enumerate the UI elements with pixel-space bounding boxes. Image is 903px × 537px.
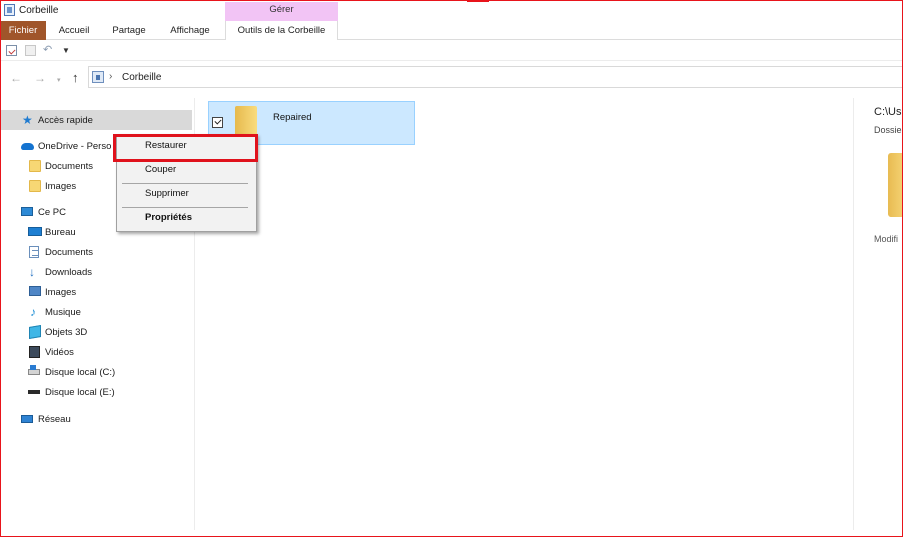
details-pane: C:\Us Dossie Modifi	[853, 98, 903, 530]
context-menu-properties[interactable]: Propriétés	[117, 207, 256, 229]
nav-item-label: Réseau	[38, 414, 71, 425]
nav-item-label: Downloads	[45, 267, 92, 278]
nav-item-drive-c[interactable]: Disque local (C:)	[0, 362, 192, 382]
desktop-icon	[28, 227, 42, 236]
tab-recycle-bin-tools[interactable]: Outils de la Corbeille	[225, 21, 338, 40]
drive-icon	[28, 365, 40, 375]
breadcrumb[interactable]: Corbeille	[122, 72, 161, 83]
images-icon	[29, 286, 41, 296]
nav-item-label: Ce PC	[38, 207, 66, 218]
nav-item-quick-access[interactable]: ★ Accès rapide	[0, 110, 192, 130]
music-icon: ♪	[30, 305, 36, 319]
navigation-bar: ← → ▾ ↑ › Corbeille	[0, 62, 903, 94]
nav-item-music[interactable]: ♪ Musique	[0, 302, 192, 322]
tab-home[interactable]: Accueil	[52, 21, 96, 40]
recycle-bin-icon	[92, 71, 104, 83]
tab-share[interactable]: Partage	[106, 21, 152, 40]
quick-access-toolbar: ↶ ▼	[0, 41, 903, 61]
folder-icon	[888, 153, 903, 217]
star-icon: ★	[22, 113, 33, 127]
context-menu-cut[interactable]: Couper	[117, 159, 256, 181]
nav-item-drive-e[interactable]: Disque local (E:)	[0, 382, 192, 402]
nav-item-network[interactable]: Réseau	[0, 409, 192, 429]
undo-icon[interactable]: ↶	[43, 45, 54, 56]
title-bar: Corbeille	[0, 0, 903, 21]
drive-icon	[28, 390, 40, 394]
item-name: Repaired	[273, 112, 312, 123]
new-folder-icon[interactable]	[25, 45, 36, 56]
manage-tab-group-label: Gérer	[225, 2, 338, 21]
documents-icon	[29, 246, 39, 258]
ribbon-tabs: Fichier Accueil Partage Affichage Outils…	[0, 21, 903, 40]
nav-item-documents[interactable]: Documents	[0, 242, 192, 262]
context-menu-delete[interactable]: Supprimer	[117, 183, 256, 205]
nav-item-label: Images	[45, 181, 77, 192]
nav-item-label: Disque local (C:)	[45, 367, 116, 378]
video-icon	[29, 346, 40, 358]
properties-icon[interactable]	[6, 45, 17, 56]
details-path: C:\Us	[874, 106, 902, 118]
tab-file[interactable]: Fichier	[0, 21, 46, 40]
forward-arrow-icon[interactable]: →	[34, 71, 46, 85]
file-list: Repaired	[195, 98, 853, 530]
nav-item-downloads[interactable]: ↓ Downloads	[0, 262, 192, 282]
breadcrumb-separator: ›	[109, 71, 113, 82]
title-accent-mark	[467, 0, 489, 2]
download-icon: ↓	[29, 265, 35, 279]
tab-view[interactable]: Affichage	[164, 21, 216, 40]
nav-item-3d-objects[interactable]: Objets 3D	[0, 322, 192, 342]
nav-item-label: Accès rapide	[38, 115, 93, 126]
nav-item-label: Documents	[45, 247, 94, 258]
nav-item-images[interactable]: Images	[0, 282, 192, 302]
address-bar[interactable]: › Corbeille	[88, 66, 903, 88]
recycle-bin-icon	[4, 4, 15, 16]
nav-item-label: Bureau	[45, 227, 76, 238]
nav-item-label: Images	[45, 287, 77, 298]
nav-item-label: Musique	[45, 307, 81, 318]
details-modified: Modifi	[874, 234, 899, 244]
back-arrow-icon[interactable]: ←	[10, 71, 22, 85]
3d-objects-icon	[29, 324, 41, 340]
details-type: Dossie	[874, 125, 902, 135]
nav-item-label: Vidéos	[45, 347, 74, 358]
nav-item-label: Objets 3D	[45, 327, 88, 338]
cloud-icon	[21, 143, 34, 150]
item-checkbox[interactable]	[212, 117, 223, 128]
window-title: Corbeille	[19, 5, 59, 16]
recent-locations-icon[interactable]: ▾	[57, 74, 61, 88]
nav-item-label: OneDrive - Perso	[38, 141, 112, 152]
network-icon	[21, 415, 33, 423]
up-arrow-icon[interactable]: ↑	[72, 71, 79, 85]
folder-icon	[29, 160, 41, 172]
customize-toolbar-icon[interactable]: ▼	[62, 45, 73, 56]
restore-highlight-box	[113, 134, 258, 162]
nav-item-label: Documents	[45, 161, 94, 172]
folder-icon	[29, 180, 41, 192]
nav-item-label: Disque local (E:)	[45, 387, 115, 398]
nav-item-videos[interactable]: Vidéos	[0, 342, 192, 362]
pc-icon	[21, 207, 33, 216]
